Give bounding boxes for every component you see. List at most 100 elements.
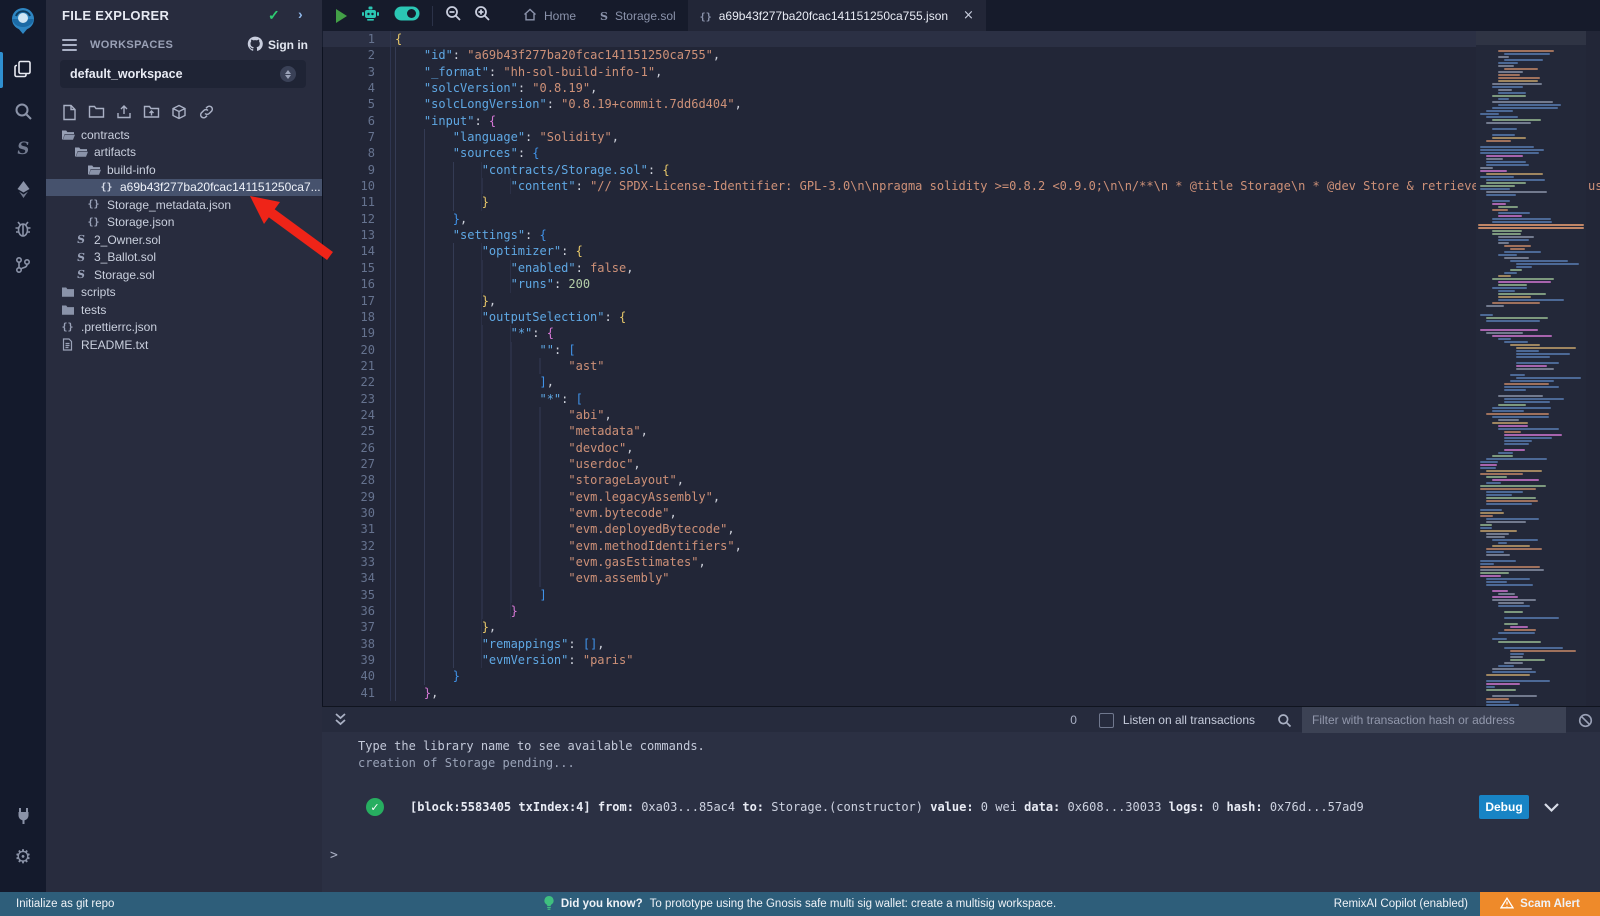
terminal-log: Type the library name to see available c…: [358, 738, 705, 772]
tree-item-readme-txt[interactable]: README.txt: [46, 336, 322, 354]
tree-item-build-info[interactable]: build-info: [46, 161, 322, 179]
minimap-line: [1486, 680, 1550, 682]
zoom-out-icon[interactable]: [445, 5, 462, 27]
tree-item-storage-sol[interactable]: SStorage.sol: [46, 266, 322, 284]
minimap-line: [1504, 257, 1529, 259]
minimap-line: [1492, 203, 1506, 205]
warning-icon: [1500, 897, 1514, 912]
tab-storage-sol[interactable]: SStorage.sol: [588, 0, 688, 31]
debug-button[interactable]: Debug: [1479, 795, 1529, 819]
tx-summary: [block:5583405 txIndex:4] from: 0xa03...…: [410, 800, 1479, 814]
terminal-header: 0 Listen on all transactions: [322, 706, 1600, 732]
copilot-status[interactable]: RemixAI Copilot (enabled): [1334, 898, 1468, 910]
tree-item-3-ballot-sol[interactable]: S3_Ballot.sol: [46, 249, 322, 267]
tree-item-contracts[interactable]: contracts: [46, 126, 322, 144]
upload-folder-icon[interactable]: [143, 104, 160, 126]
code-line-30: 30"evm.bytecode",: [322, 505, 1586, 521]
minimap-line: [1492, 479, 1539, 481]
line-number: 35: [322, 587, 390, 603]
minimap-line: [1492, 455, 1513, 457]
search-icon[interactable]: [0, 94, 46, 128]
minimap-line: [1504, 386, 1559, 388]
workspace-menu-icon[interactable]: [62, 39, 77, 51]
minimap-line: [1504, 611, 1523, 613]
tree-item-tests[interactable]: tests: [46, 301, 322, 319]
line-number: 15: [322, 260, 390, 276]
minimap-line: [1486, 161, 1526, 163]
line-number: 37: [322, 619, 390, 635]
workspace-select[interactable]: default_workspace: [60, 60, 306, 88]
minimap-line: [1492, 134, 1515, 136]
tab-home[interactable]: Home: [511, 0, 588, 31]
minimap-line: [1480, 509, 1502, 511]
file-explorer-icon[interactable]: [0, 52, 46, 86]
scam-alert-button[interactable]: Scam Alert: [1480, 892, 1600, 916]
remix-logo-icon[interactable]: [0, 4, 46, 38]
minimap-line: [1486, 191, 1547, 193]
chevron-right-icon[interactable]: ›: [298, 6, 303, 22]
minimap-line: [1498, 80, 1538, 82]
deploy-run-icon[interactable]: [0, 172, 46, 206]
line-number: 25: [322, 423, 390, 439]
plugin-manager-icon[interactable]: [0, 798, 46, 832]
minimap-viewport: [1476, 31, 1586, 45]
solidity-compiler-icon[interactable]: S: [0, 132, 46, 166]
json-icon: {}: [99, 182, 114, 193]
minimap-line: [1498, 275, 1511, 277]
minimap-line: [1498, 65, 1514, 67]
tree-item-storage-json[interactable]: {}Storage.json: [46, 214, 322, 232]
copilot-toggle-icon[interactable]: [394, 6, 420, 26]
code-line-9: 9"contracts/Storage.sol": {: [322, 162, 1586, 178]
code-line-23: 23"*": [: [322, 391, 1586, 407]
settings-gear-icon[interactable]: ⚙: [0, 840, 46, 874]
line-number: 7: [322, 129, 390, 145]
debugger-icon[interactable]: [0, 212, 46, 246]
minimap-line: [1510, 269, 1522, 271]
code-line-26: 26"devdoc",: [322, 440, 1586, 456]
file-explorer-panel: FILE EXPLORER ✓ › WORKSPACES Sign in def…: [46, 0, 323, 892]
minimap-line: [1498, 542, 1507, 544]
tree-item-storage-metadata-json[interactable]: {}Storage_metadata.json: [46, 196, 322, 214]
line-number: 31: [322, 521, 390, 537]
tab-label: a69b43f277ba20fcac141151250ca755.json: [719, 9, 948, 23]
tx-success-icon: ✓: [366, 798, 384, 816]
code-line-6: 6"input": {: [322, 113, 1586, 129]
tree-item-artifacts[interactable]: artifacts: [46, 144, 322, 162]
new-file-icon[interactable]: [62, 104, 77, 126]
line-number: 21: [322, 358, 390, 374]
minimap-line: [1480, 113, 1499, 115]
minimap-line: [1480, 185, 1515, 187]
expand-tx-icon[interactable]: [1543, 802, 1560, 813]
init-git-repo-status[interactable]: Initialize as git repo: [16, 898, 114, 910]
transaction-filter-input[interactable]: [1302, 707, 1566, 733]
tree-item-scripts[interactable]: scripts: [46, 284, 322, 302]
github-sign-in-button[interactable]: Sign in: [247, 36, 308, 54]
tree-item-2-owner-sol[interactable]: S2_Owner.sol: [46, 231, 322, 249]
minimap-line: [1516, 377, 1581, 379]
run-script-icon[interactable]: [336, 9, 347, 23]
git-icon[interactable]: [0, 248, 46, 282]
link-icon[interactable]: [198, 104, 215, 126]
tree-item-label: 3_Ballot.sol: [94, 250, 156, 264]
minimap-line: [1492, 335, 1552, 337]
tabs: HomeSStorage.sol{}a69b43f277ba20fcac1411…: [511, 0, 986, 31]
tree-item--prettierrc-json[interactable]: {}.prettierrc.json: [46, 319, 322, 337]
code-editor[interactable]: 1{2"id": "a69b43f277ba20fcac141151250ca7…: [322, 31, 1586, 706]
tab-a69b43f277ba20fcac141151250ca755-json[interactable]: {}a69b43f277ba20fcac141151250ca755.json×: [688, 0, 986, 31]
code-line-29: 29"evm.legacyAssembly",: [322, 489, 1586, 505]
ai-robot-icon[interactable]: [361, 5, 380, 27]
collapse-terminal-icon[interactable]: [334, 712, 347, 732]
close-tab-icon[interactable]: ×: [963, 8, 974, 23]
tree-item-a69b43f277ba20fcac141151250ca7-[interactable]: {}a69b43f277ba20fcac141151250ca7...: [46, 179, 322, 197]
transaction-row[interactable]: ✓ [block:5583405 txIndex:4] from: 0xa03.…: [322, 792, 1600, 822]
terminal-prompt[interactable]: >: [330, 848, 338, 863]
workspaces-row: WORKSPACES Sign in: [46, 36, 322, 56]
upload-file-icon[interactable]: [116, 104, 132, 126]
tip-text: To prototype using the Gnosis safe multi…: [650, 898, 1057, 910]
new-folder-icon[interactable]: [88, 104, 105, 126]
cube-icon[interactable]: [171, 104, 187, 126]
minimap[interactable]: [1476, 31, 1586, 706]
clear-console-icon[interactable]: [1572, 713, 1598, 728]
zoom-in-icon[interactable]: [474, 5, 491, 27]
listen-checkbox[interactable]: [1099, 713, 1114, 728]
